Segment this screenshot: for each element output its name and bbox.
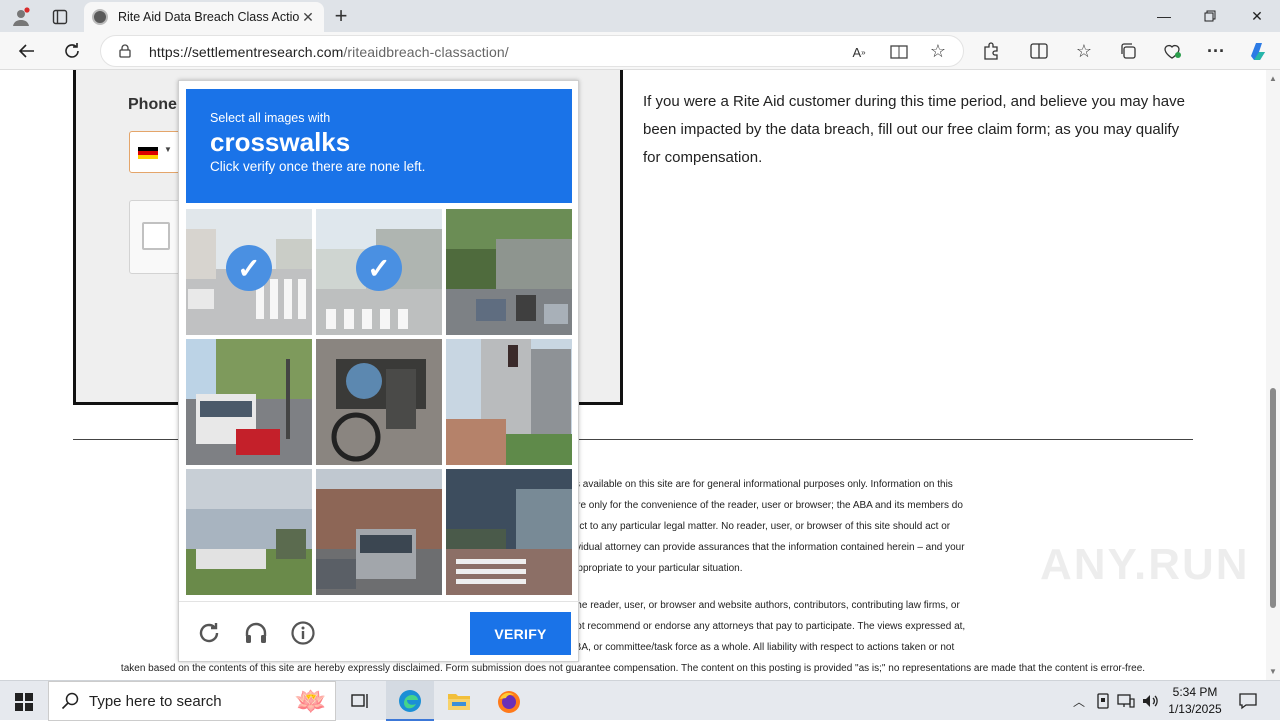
edge-icon <box>399 690 421 712</box>
immersive-reader-icon[interactable] <box>889 42 909 62</box>
captcha-hint: Click verify once there are none left. <box>210 159 426 174</box>
captcha-tile-5[interactable] <box>316 339 442 465</box>
restore-icon[interactable] <box>1187 0 1233 32</box>
taskbar: Type here to search 🪷 ︿ 5:34 PM 1/13/202… <box>0 680 1280 721</box>
url-text[interactable]: https://settlementresearch.com/riteaidbr… <box>149 44 509 60</box>
info-icon[interactable] <box>290 620 316 646</box>
captcha-tile-7[interactable] <box>186 469 312 595</box>
captcha-tile-8[interactable] <box>316 469 442 595</box>
verify-button[interactable]: VERIFY <box>470 612 571 655</box>
scroll-up-icon[interactable]: ▲ <box>1269 74 1277 83</box>
favorites-icon[interactable]: ☆ <box>1073 40 1095 62</box>
more-menu-icon[interactable]: ··· <box>1205 40 1227 62</box>
page-scrollbar[interactable]: ▲ ▼ <box>1266 70 1280 680</box>
edge-taskbar-button[interactable] <box>386 681 434 721</box>
browser-essentials-icon[interactable] <box>1162 41 1182 61</box>
close-window-icon[interactable]: ✕ <box>1234 0 1280 32</box>
system-clock[interactable]: 5:34 PM 1/13/2025 <box>1162 684 1228 718</box>
device-icon[interactable] <box>1094 691 1112 711</box>
extensions-icon[interactable] <box>981 41 1001 61</box>
captcha-challenge: Select all images with crosswalks Click … <box>178 80 580 663</box>
selected-check-icon: ✓ <box>356 245 402 291</box>
split-screen-icon[interactable] <box>1029 41 1049 61</box>
scroll-down-icon[interactable]: ▼ <box>1269 667 1277 676</box>
scrollbar-thumb[interactable] <box>1270 388 1276 608</box>
captcha-target: crosswalks <box>210 127 351 157</box>
search-placeholder: Type here to search <box>89 692 222 710</box>
tab-bar: Rite Aid Data Breach Class Action ✕ + — … <box>0 0 1280 32</box>
file-explorer-icon[interactable] <box>446 689 472 713</box>
favorite-star-icon[interactable]: ☆ <box>928 41 948 61</box>
active-tab[interactable]: Rite Aid Data Breach Class Action ✕ <box>84 2 324 32</box>
info-paragraph: If you were a Rite Aid customer during t… <box>643 93 1185 166</box>
profile-icon[interactable] <box>10 6 32 28</box>
back-icon[interactable] <box>16 40 38 62</box>
search-icon <box>61 692 79 710</box>
lock-icon[interactable] <box>117 43 133 59</box>
captcha-header: Select all images with crosswalks Click … <box>186 89 572 203</box>
copilot-icon[interactable] <box>1246 39 1270 63</box>
navigation-bar: https://settlementresearch.com/riteaidbr… <box>0 32 1280 70</box>
dropdown-caret-icon: ▼ <box>164 145 172 154</box>
captcha-tile-4[interactable] <box>186 339 312 465</box>
show-hidden-icons-icon[interactable]: ︿ <box>1070 691 1088 711</box>
captcha-footer: VERIFY <box>179 601 580 663</box>
clock-date: 1/13/2025 <box>1168 702 1222 716</box>
close-tab-icon[interactable]: ✕ <box>300 9 316 26</box>
refresh-icon[interactable] <box>61 40 83 62</box>
notification-center-icon[interactable] <box>1237 690 1259 712</box>
new-tab-icon[interactable]: + <box>330 3 352 28</box>
network-icon[interactable] <box>1116 691 1136 711</box>
site-favicon-icon <box>92 9 108 25</box>
captcha-tile-6[interactable] <box>446 339 572 465</box>
recaptcha-checkbox[interactable] <box>142 222 170 250</box>
read-aloud-icon[interactable]: A» <box>849 42 869 62</box>
captcha-instruction: Select all images with <box>210 111 331 125</box>
germany-flag-icon <box>138 147 158 159</box>
lotus-search-highlight-icon: 🪷 <box>294 686 327 716</box>
reload-challenge-icon[interactable] <box>196 620 222 646</box>
captcha-tile-3[interactable] <box>446 209 572 335</box>
address-bar[interactable]: https://settlementresearch.com/riteaidbr… <box>100 35 964 67</box>
selected-check-icon: ✓ <box>226 245 272 291</box>
taskbar-search[interactable]: Type here to search 🪷 <box>48 681 336 721</box>
task-view-icon[interactable] <box>348 690 372 712</box>
collections-icon[interactable] <box>1118 41 1138 61</box>
clock-time: 5:34 PM <box>1172 685 1218 699</box>
minimize-icon[interactable]: — <box>1141 0 1187 32</box>
phone-label: Phone <box>128 96 177 113</box>
firefox-icon[interactable] <box>496 689 522 715</box>
watermark: ANY.RUN <box>1040 540 1250 589</box>
volume-icon[interactable] <box>1140 691 1160 711</box>
audio-challenge-icon[interactable] <box>243 620 269 646</box>
captcha-tile-9[interactable] <box>446 469 572 595</box>
windows-start-icon[interactable] <box>13 691 35 713</box>
tab-title: Rite Aid Data Breach Class Action <box>118 10 300 24</box>
tab-actions-icon[interactable] <box>50 7 70 27</box>
